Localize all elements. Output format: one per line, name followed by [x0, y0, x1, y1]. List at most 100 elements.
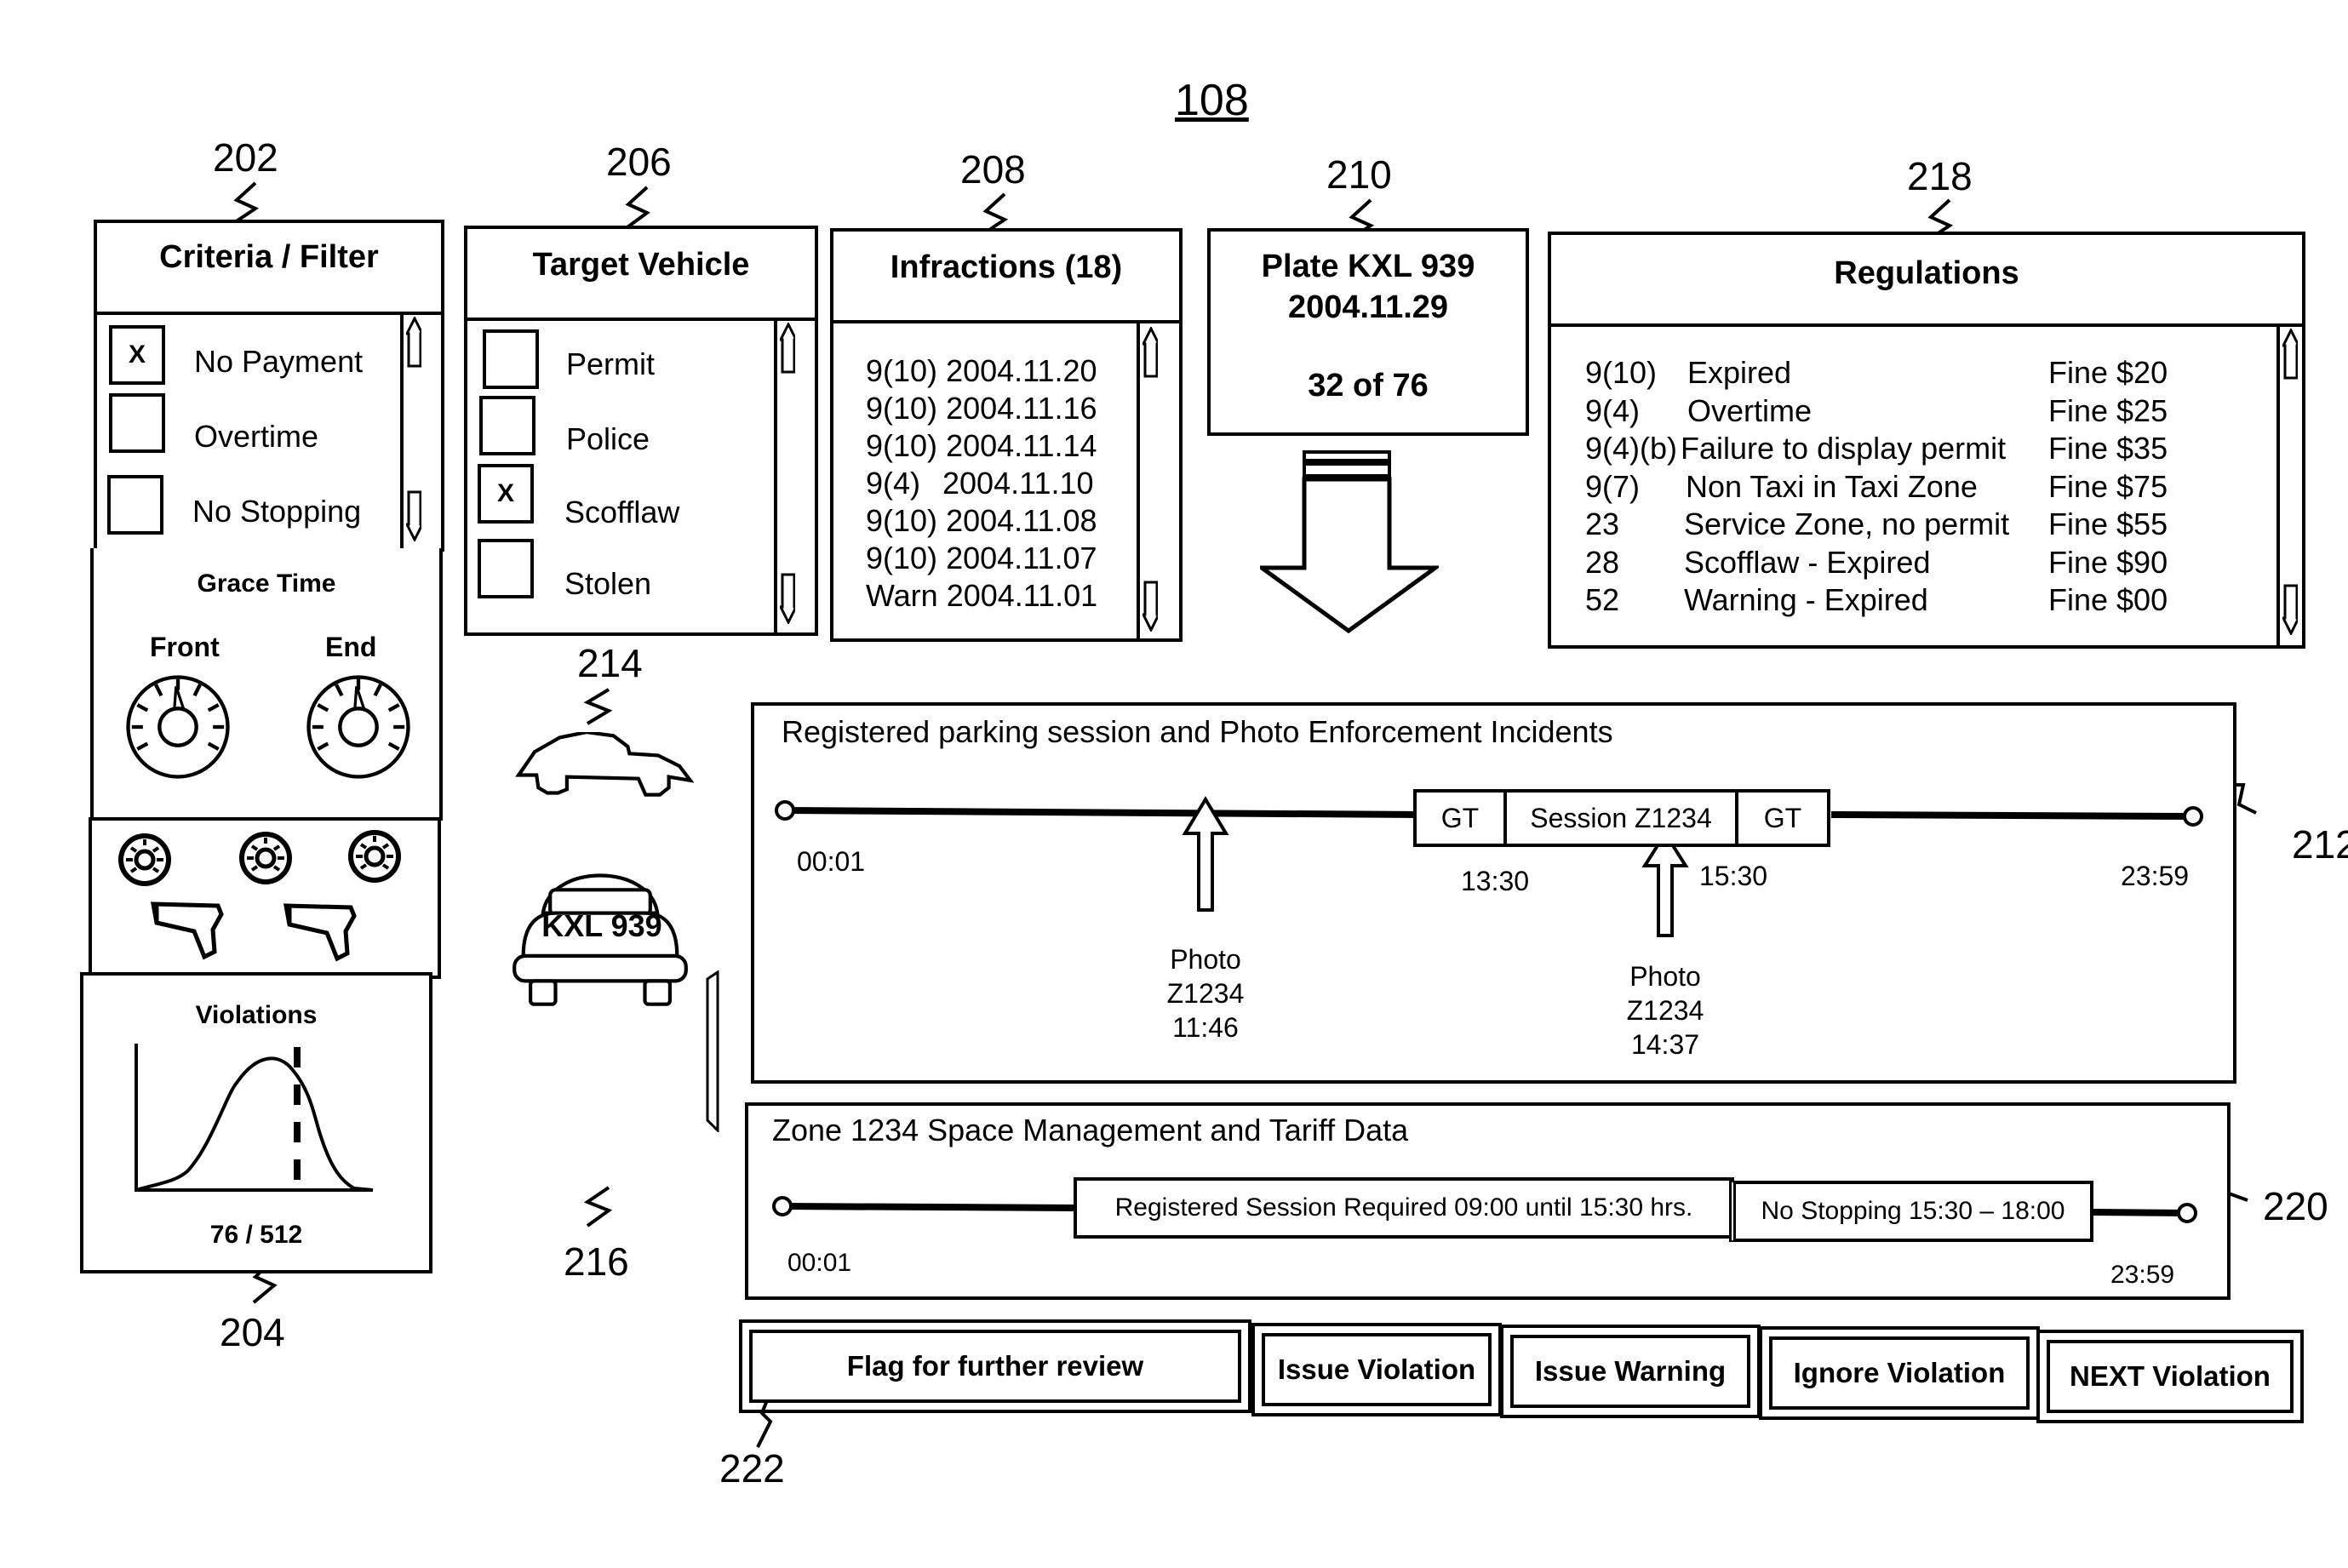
- toggle-switch-icon-2[interactable]: [283, 901, 364, 962]
- infraction-code: 9(10): [866, 428, 938, 463]
- violations-count: 76 / 512: [209, 1221, 303, 1249]
- photo-label: Photo: [1170, 944, 1241, 975]
- scroll-down-icon[interactable]: [780, 573, 795, 624]
- front-car-plate-text: KXL 939: [541, 908, 662, 943]
- checkbox-overtime[interactable]: [109, 393, 165, 453]
- checkbox-scofflaw[interactable]: X: [478, 464, 534, 524]
- distribution-curve: [135, 1056, 374, 1192]
- label-stolen: Stolen: [564, 566, 652, 601]
- violations-panel: Violations 76 / 512: [80, 972, 432, 1273]
- photo-label: Photo: [1629, 961, 1701, 992]
- regulation-fine: Fine $00: [2048, 582, 2168, 617]
- knob-icon-2[interactable]: [238, 831, 293, 885]
- ignore-violation-button[interactable]: Ignore Violation: [1759, 1326, 2040, 1420]
- infraction-date: 2004.11.16: [946, 391, 1097, 426]
- regulation-fine: Fine $75: [2048, 468, 2168, 504]
- infraction-date: 2004.11.07: [946, 541, 1097, 575]
- zone-tariff-panel: Zone 1234 Space Management and Tariff Da…: [745, 1102, 2231, 1300]
- grace-front-label: Front: [150, 632, 220, 662]
- ref-label-206: 206: [606, 140, 672, 184]
- regulation-desc: Non Taxi in Taxi Zone: [1686, 468, 1978, 504]
- no-stopping-segment[interactable]: No Stopping 15:30 – 18:00: [1729, 1181, 2093, 1242]
- target-vehicle-scrollbar[interactable]: [774, 318, 798, 634]
- toggle-switch-icon-1[interactable]: [150, 899, 232, 960]
- label-no-payment: No Payment: [194, 344, 364, 379]
- side-car-icon[interactable]: [515, 732, 694, 800]
- infraction-item[interactable]: 9(10) 2004.11.08: [866, 502, 1097, 540]
- session-segment[interactable]: Session Z1234: [1503, 789, 1738, 847]
- next-violation-button[interactable]: NEXT Violation: [2036, 1330, 2304, 1423]
- regulation-desc: Service Zone, no permit: [1684, 506, 2010, 541]
- scroll-down-icon[interactable]: [1143, 581, 1158, 632]
- checkbox-police[interactable]: [479, 396, 535, 455]
- session-timeline-panel: Registered parking session and Photo Enf…: [751, 702, 2236, 1084]
- plate-date: 2004.11.29: [1287, 289, 1449, 325]
- checkbox-no-payment[interactable]: X: [109, 325, 165, 385]
- criteria-scrollbar[interactable]: [400, 312, 424, 548]
- regulations-panel: Regulations 9(10) Expired Fine $20 9(4) …: [1548, 232, 2305, 649]
- checkbox-stolen[interactable]: [478, 539, 534, 598]
- plate-record-position: 32 of 76: [1308, 368, 1429, 403]
- ref-label-204: 204: [220, 1310, 285, 1354]
- ref-label-222: 222: [719, 1446, 785, 1491]
- scroll-up-icon[interactable]: [1143, 327, 1158, 378]
- knob-icon-3[interactable]: [347, 829, 402, 884]
- down-arrow-icon[interactable]: [1260, 447, 1439, 634]
- divider-bar: [706, 970, 719, 1132]
- photo-incident[interactable]: Photo Z1234 14:37: [1614, 959, 1716, 1062]
- grace-end-dial[interactable]: [303, 672, 414, 782]
- checkbox-permit[interactable]: [483, 329, 539, 389]
- regulation-desc: Warning - Expired: [1684, 582, 1928, 617]
- infraction-date: 2004.11.08: [946, 503, 1097, 538]
- regulation-fine: Fine $25: [2048, 392, 2168, 428]
- regulation-code: 9(7): [1585, 468, 1641, 504]
- controls-panel: [89, 817, 441, 979]
- infractions-list: 9(10) 2004.11.20 9(10) 2004.11.16 9(10) …: [866, 352, 1097, 615]
- infractions-scrollbar[interactable]: [1137, 320, 1160, 640]
- infraction-item[interactable]: 9(10) 2004.11.16: [866, 390, 1097, 427]
- regulation-fine: Fine $20: [2048, 355, 2168, 390]
- grace-time-panel: Grace Time Front End: [90, 548, 443, 821]
- timeline-start-time: 00:01: [797, 846, 866, 877]
- checkbox-no-stopping[interactable]: [107, 475, 163, 535]
- scroll-up-icon[interactable]: [406, 317, 421, 368]
- timeline-start-marker: [775, 800, 795, 821]
- infraction-item[interactable]: 9(10) 2004.11.20: [866, 352, 1097, 390]
- grace-time-end-segment[interactable]: GT: [1735, 789, 1830, 847]
- criteria-filter-title: Criteria / Filter: [97, 223, 441, 315]
- registered-session-segment[interactable]: Registered Session Required 09:00 until …: [1074, 1177, 1734, 1239]
- infraction-date: 2004.11.14: [946, 428, 1097, 463]
- plate-number: Plate KXL 939: [1261, 249, 1475, 284]
- infraction-code: 9(10): [866, 503, 938, 538]
- scroll-up-icon[interactable]: [2282, 329, 2298, 380]
- regulations-scrollbar[interactable]: [2276, 323, 2300, 645]
- regulation-row[interactable]: 9(10) Expired Fine $20: [1585, 354, 2249, 392]
- issue-warning-button[interactable]: Issue Warning: [1500, 1325, 1761, 1418]
- infraction-code: 9(4): [866, 466, 921, 501]
- grace-front-dial[interactable]: [123, 672, 233, 782]
- regulation-row[interactable]: 9(4)(b) Failure to display permit Fine $…: [1585, 430, 2249, 468]
- scroll-up-icon[interactable]: [780, 323, 795, 374]
- scroll-down-icon[interactable]: [2282, 584, 2298, 635]
- photo-incident[interactable]: Photo Z1234 11:46: [1154, 942, 1257, 1044]
- infraction-item[interactable]: 9(4) 2004.11.10: [866, 465, 1097, 502]
- knob-icon-1[interactable]: [117, 833, 172, 887]
- issue-violation-button[interactable]: Issue Violation: [1251, 1323, 1502, 1416]
- regulation-desc: Overtime: [1687, 392, 1813, 428]
- infraction-item[interactable]: Warn 2004.11.01: [866, 577, 1097, 615]
- grace-time-start-segment[interactable]: GT: [1413, 789, 1507, 847]
- flag-for-review-button[interactable]: Flag for further review: [739, 1319, 1251, 1413]
- session-start-time: 13:30: [1461, 866, 1530, 896]
- ref-label-202: 202: [213, 135, 278, 180]
- violations-title: Violations: [195, 1001, 318, 1029]
- photo-zone: Z1234: [1626, 995, 1704, 1026]
- scroll-down-icon[interactable]: [406, 490, 421, 541]
- regulation-row[interactable]: 52 Warning - Expired Fine $00: [1585, 581, 2249, 620]
- regulation-row[interactable]: 9(4) Overtime Fine $25: [1585, 392, 2249, 431]
- regulation-row[interactable]: 23 Service Zone, no permit Fine $55: [1585, 506, 2249, 544]
- infraction-item[interactable]: 9(10) 2004.11.07: [866, 540, 1097, 577]
- ref-label-220: 220: [2263, 1184, 2328, 1228]
- regulation-row[interactable]: 9(7) Non Taxi in Taxi Zone Fine $75: [1585, 468, 2249, 506]
- regulation-row[interactable]: 28 Scofflaw - Expired Fine $90: [1585, 544, 2249, 582]
- infraction-item[interactable]: 9(10) 2004.11.14: [866, 427, 1097, 465]
